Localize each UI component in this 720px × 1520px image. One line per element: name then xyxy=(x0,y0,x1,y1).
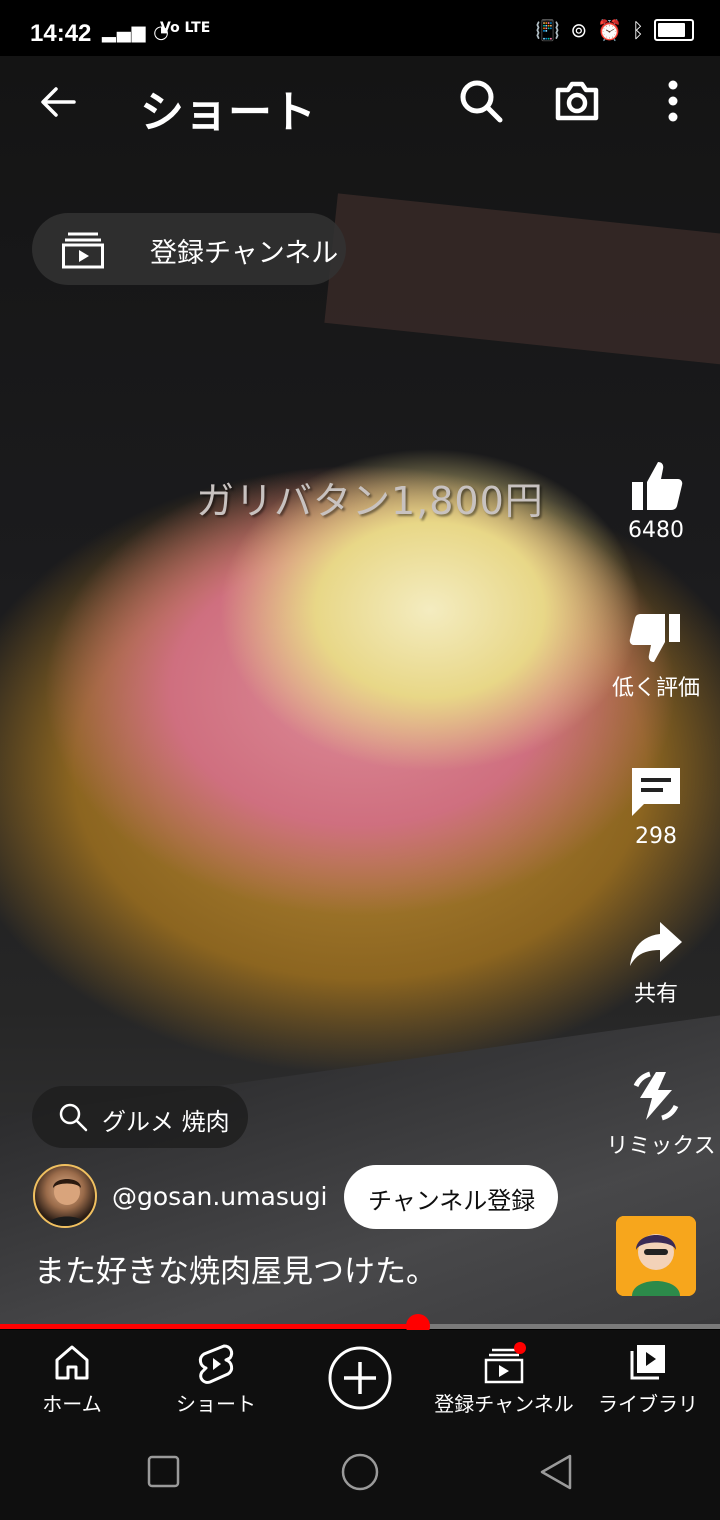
back-triangle-icon[interactable] xyxy=(538,1452,574,1492)
back-arrow-icon[interactable] xyxy=(38,82,78,122)
search-icon[interactable] xyxy=(456,76,506,126)
home-icon xyxy=(55,1345,89,1380)
nav-library[interactable]: ライブラリ xyxy=(576,1330,720,1428)
nav-subscriptions-label: 登録チャンネル xyxy=(434,1392,574,1416)
nav-create[interactable] xyxy=(288,1330,432,1428)
search-tag-chip[interactable]: グルメ 焼肉 xyxy=(32,1086,248,1148)
sound-thumbnail[interactable] xyxy=(616,1216,696,1296)
share-label: 共有 xyxy=(633,982,678,1007)
lock-icon: ⊚ xyxy=(570,18,588,42)
dislike-button[interactable]: 低く評価 xyxy=(596,610,716,702)
share-button[interactable]: 共有 xyxy=(596,916,716,1008)
library-icon xyxy=(630,1345,665,1380)
sound-avatar-icon xyxy=(616,1216,696,1296)
video-overlay-text: ガリバタン1,800円 xyxy=(196,479,544,523)
subscriptions-chip[interactable]: 登録チャンネル xyxy=(32,213,346,285)
remix-icon xyxy=(633,1071,679,1121)
comments-button[interactable]: 298 xyxy=(596,764,716,849)
nav-shorts-label: ショート xyxy=(176,1392,256,1416)
nav-subscriptions[interactable]: 登録チャンネル xyxy=(432,1330,576,1428)
vibrate-icon: 📳 xyxy=(535,18,561,42)
thumbs-down-icon xyxy=(629,614,680,662)
network-label: Vo LTE xyxy=(160,20,211,36)
video-progress-bar[interactable] xyxy=(0,1314,720,1338)
subscribe-button[interactable]: チャンネル登録 xyxy=(344,1165,558,1229)
comment-count: 298 xyxy=(635,824,677,849)
nav-library-label: ライブラリ xyxy=(598,1392,698,1416)
channel-avatar[interactable] xyxy=(33,1164,97,1228)
video-caption[interactable]: また好きな焼肉屋見つけた。 xyxy=(34,1246,437,1291)
dislike-label: 低く評価 xyxy=(611,676,700,701)
page-title: ショート xyxy=(140,87,316,138)
nav-home-label: ホーム xyxy=(42,1392,102,1416)
like-button[interactable]: 6480 xyxy=(596,458,716,543)
status-time: 14:42 xyxy=(30,20,92,47)
subscriptions-icon xyxy=(62,232,104,269)
nav-shorts[interactable]: ショート xyxy=(144,1330,288,1428)
remix-button[interactable]: リミックス xyxy=(596,1068,716,1160)
alarm-icon: ⏰ xyxy=(597,18,622,42)
search-icon xyxy=(59,1103,88,1132)
nav-home[interactable]: ホーム xyxy=(0,1330,144,1428)
subscriptions-icon xyxy=(484,1342,526,1384)
comment-icon xyxy=(632,768,680,816)
recents-square-icon[interactable] xyxy=(147,1455,181,1489)
share-icon xyxy=(630,922,682,966)
battery-icon xyxy=(654,19,694,41)
thumbs-up-icon xyxy=(632,462,683,510)
status-icons: 📳 ⊚ ⏰ ᛒ xyxy=(535,18,694,42)
subscriptions-chip-label: 登録チャンネル xyxy=(150,238,339,269)
remix-label: リミックス xyxy=(606,1134,716,1159)
video-board xyxy=(324,193,720,367)
more-options-icon[interactable] xyxy=(648,76,698,126)
bottom-navigation: ホーム ショート 登録チャンネル ライブラリ xyxy=(0,1330,720,1428)
system-navigation-bar xyxy=(0,1428,720,1520)
bluetooth-icon: ᛒ xyxy=(632,18,644,42)
camera-icon[interactable] xyxy=(552,76,602,126)
top-bar: ショート xyxy=(0,60,720,144)
shorts-icon xyxy=(198,1344,234,1384)
like-count: 6480 xyxy=(628,518,684,543)
subscribe-button-label: チャンネル登録 xyxy=(368,1187,536,1215)
home-circle-icon[interactable] xyxy=(340,1452,380,1492)
search-tag-label: グルメ 焼肉 xyxy=(102,1108,230,1136)
status-bar: 14:42 ▂▄▆ ◔ Vo LTE 📳 ⊚ ⏰ ᛒ xyxy=(0,0,720,56)
progress-fill xyxy=(0,1324,418,1329)
create-plus-icon xyxy=(328,1346,392,1410)
channel-handle[interactable]: @gosan.umasugi xyxy=(112,1182,328,1211)
